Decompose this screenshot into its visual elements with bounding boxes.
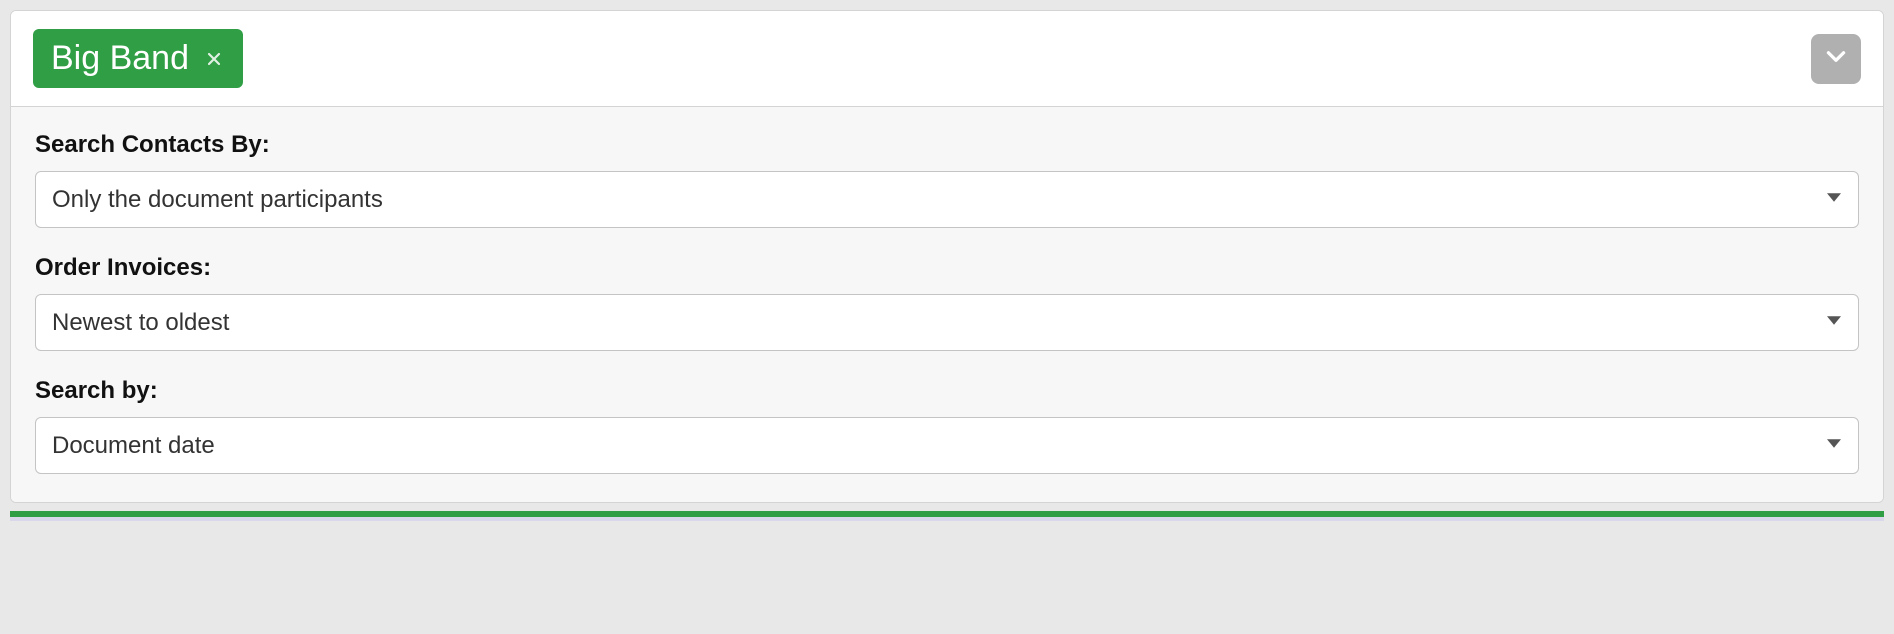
panel-header: Big Band	[11, 11, 1883, 107]
bottom-accent-bar	[10, 511, 1884, 521]
order-invoices-label: Order Invoices:	[35, 254, 1859, 282]
order-invoices-group: Order Invoices: Newest to oldest	[35, 254, 1859, 351]
search-by-group: Search by: Document date	[35, 377, 1859, 474]
collapse-toggle-button[interactable]	[1811, 34, 1861, 84]
order-invoices-select-wrap: Newest to oldest	[35, 294, 1859, 351]
filter-tag-label: Big Band	[51, 39, 189, 78]
search-contacts-label: Search Contacts By:	[35, 131, 1859, 159]
search-contacts-select[interactable]: Only the document participants	[35, 171, 1859, 228]
order-invoices-select[interactable]: Newest to oldest	[35, 294, 1859, 351]
filter-tag[interactable]: Big Band	[33, 29, 243, 88]
chevron-down-icon	[1823, 43, 1849, 74]
search-by-label: Search by:	[35, 377, 1859, 405]
filter-panel: Big Band Search Contacts By: Only the do…	[10, 10, 1884, 503]
close-icon[interactable]	[203, 48, 225, 70]
search-by-select-wrap: Document date	[35, 417, 1859, 474]
search-contacts-group: Search Contacts By: Only the document pa…	[35, 131, 1859, 228]
search-by-select[interactable]: Document date	[35, 417, 1859, 474]
search-contacts-select-wrap: Only the document participants	[35, 171, 1859, 228]
panel-body: Search Contacts By: Only the document pa…	[11, 107, 1883, 502]
